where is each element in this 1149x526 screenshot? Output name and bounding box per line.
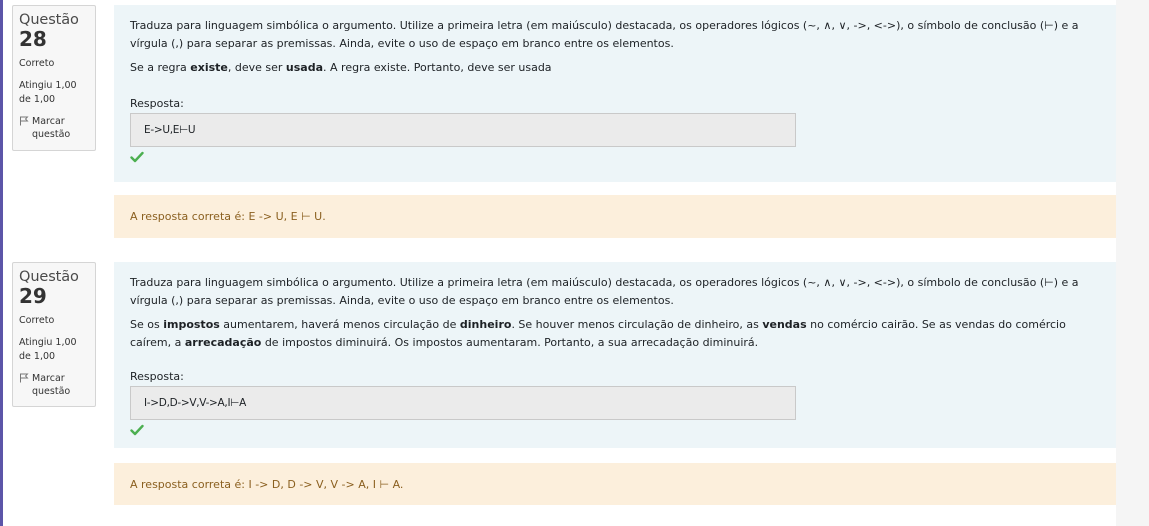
question-info-29: Questão 29 Correto Atingiu 1,00 de 1,00 … (12, 262, 96, 407)
highlighted-keyword: impostos (163, 318, 220, 331)
question-info-28: Questão 28 Correto Atingiu 1,00 de 1,00 … (12, 5, 96, 151)
flag-question-link[interactable]: Marcar questão (19, 115, 89, 141)
question-argument: Se os impostos aumentarem, haverá menos … (130, 316, 1090, 352)
flag-label: Marcar questão (32, 116, 71, 140)
highlighted-keyword: dinheiro (459, 318, 512, 331)
page-right-margin (1116, 0, 1149, 526)
question-label: Questão (19, 269, 79, 285)
question-content-29: Traduza para linguagem simbólica o argum… (114, 262, 1116, 448)
question-content-28: Traduza para linguagem simbólica o argum… (114, 5, 1116, 182)
question-grade: Atingiu 1,00 de 1,00 (19, 337, 77, 362)
argument-text: , deve ser (227, 61, 286, 74)
correct-answer-feedback: A resposta correta é: I -> D, D -> V, V … (114, 463, 1116, 505)
highlighted-keyword: arrecadação (184, 336, 262, 349)
question-number: 29 (19, 284, 47, 308)
question-grade: Atingiu 1,00 de 1,00 (19, 80, 77, 105)
flag-label: Marcar questão (32, 373, 71, 397)
flag-question-link[interactable]: Marcar questão (19, 372, 89, 398)
question-number: 28 (19, 27, 47, 51)
question-instructions: Traduza para linguagem simbólica o argum… (130, 276, 1079, 307)
answer-input[interactable]: I->D,D->V,V->A,I⊢A (130, 386, 796, 420)
argument-text: Se os (130, 318, 164, 331)
question-state: Correto (19, 58, 55, 69)
highlighted-keyword: existe (190, 61, 228, 74)
answer-input[interactable]: E->U,E⊢U (130, 113, 796, 147)
argument-text: Se a regra (130, 61, 191, 74)
question-instructions: Traduza para linguagem simbólica o argum… (130, 19, 1079, 50)
argument-text: . Se houver menos circulação de dinheiro… (511, 318, 763, 331)
flag-icon (20, 373, 29, 383)
question-label: Questão (19, 12, 79, 28)
response-label: Resposta: (130, 97, 184, 110)
question-argument: Se a regra existe, deve ser usada. A reg… (130, 59, 1090, 77)
question-state: Correto (19, 315, 55, 326)
page-left-border (0, 0, 3, 526)
highlighted-keyword: vendas (762, 318, 807, 331)
argument-text: aumentarem, haverá menos circulação de (219, 318, 460, 331)
argument-text: de impostos diminuirá. Os impostos aumen… (261, 336, 759, 349)
response-label: Resposta: (130, 370, 184, 383)
argument-text: . A regra existe. Portanto, deve ser usa… (323, 61, 552, 74)
correct-check-icon (130, 151, 144, 163)
correct-answer-feedback: A resposta correta é: E -> U, E ⊢ U. (114, 195, 1116, 238)
highlighted-keyword: usada (285, 61, 324, 74)
correct-check-icon (130, 424, 144, 436)
flag-icon (20, 116, 29, 126)
